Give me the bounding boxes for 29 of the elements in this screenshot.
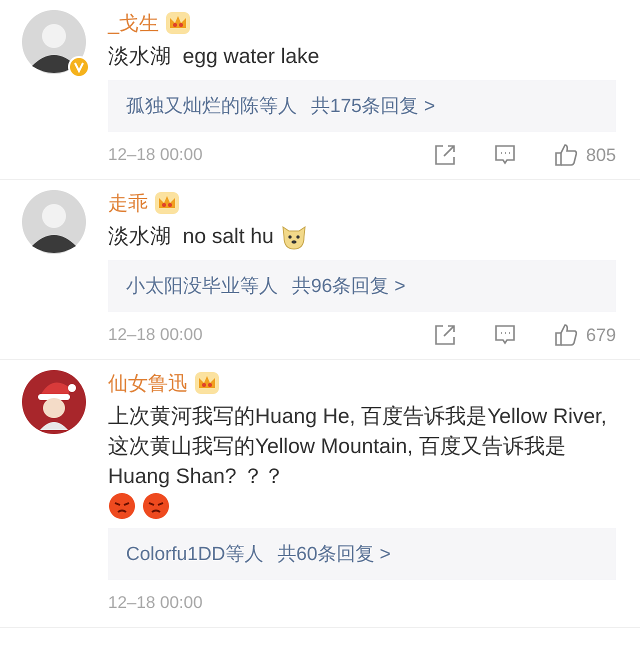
reply-users: 孤独又灿烂的陈等人 (126, 95, 297, 119)
avatar[interactable] (22, 370, 86, 434)
timestamp: 12–18 00:00 (108, 325, 203, 345)
comment-text: 淡水湖 egg water lake (108, 44, 320, 70)
replies-link[interactable]: Colorfu1DD等人 共60条回复 > (108, 528, 616, 580)
share-icon[interactable] (434, 324, 456, 346)
share-icon[interactable] (434, 144, 456, 166)
reply-users: Colorfu1DD等人 (126, 543, 264, 567)
thumbs-up-icon[interactable] (554, 323, 578, 347)
timestamp: 12–18 00:00 (108, 145, 203, 165)
avatar[interactable] (22, 10, 86, 74)
replies-link[interactable]: 小太阳没毕业等人 共96条回复 > (108, 260, 616, 312)
user-name[interactable]: _戈生 (108, 10, 160, 36)
user-name[interactable]: 仙女鲁迅 (108, 370, 188, 396)
reply-users: 小太阳没毕业等人 (126, 275, 278, 299)
avatar[interactable] (22, 190, 86, 254)
comment-text: 淡水湖 no salt hu (108, 224, 274, 250)
like-count: 805 (586, 144, 616, 166)
reply-count: 共175条回复 > (311, 95, 436, 119)
like-count: 679 (586, 324, 616, 346)
reply-count: 共60条回复 > (277, 543, 391, 567)
comment-icon[interactable] (494, 324, 516, 346)
replies-link[interactable]: 孤独又灿烂的陈等人 共175条回复 > (108, 80, 616, 132)
comment-text: 上次黄河我写的Huang He, 百度告诉我是Yellow River, 这次黄山我写的Yellow Mountain, 百度又告诉我是Huang Shan? ？？ (108, 404, 608, 490)
comment-icon[interactable] (494, 144, 516, 166)
timestamp: 12–18 00:00 (108, 593, 203, 613)
reply-count: 共96条回复 > (292, 275, 406, 299)
thumbs-up-icon[interactable] (554, 143, 578, 167)
user-name[interactable]: 走乖 (108, 190, 148, 216)
